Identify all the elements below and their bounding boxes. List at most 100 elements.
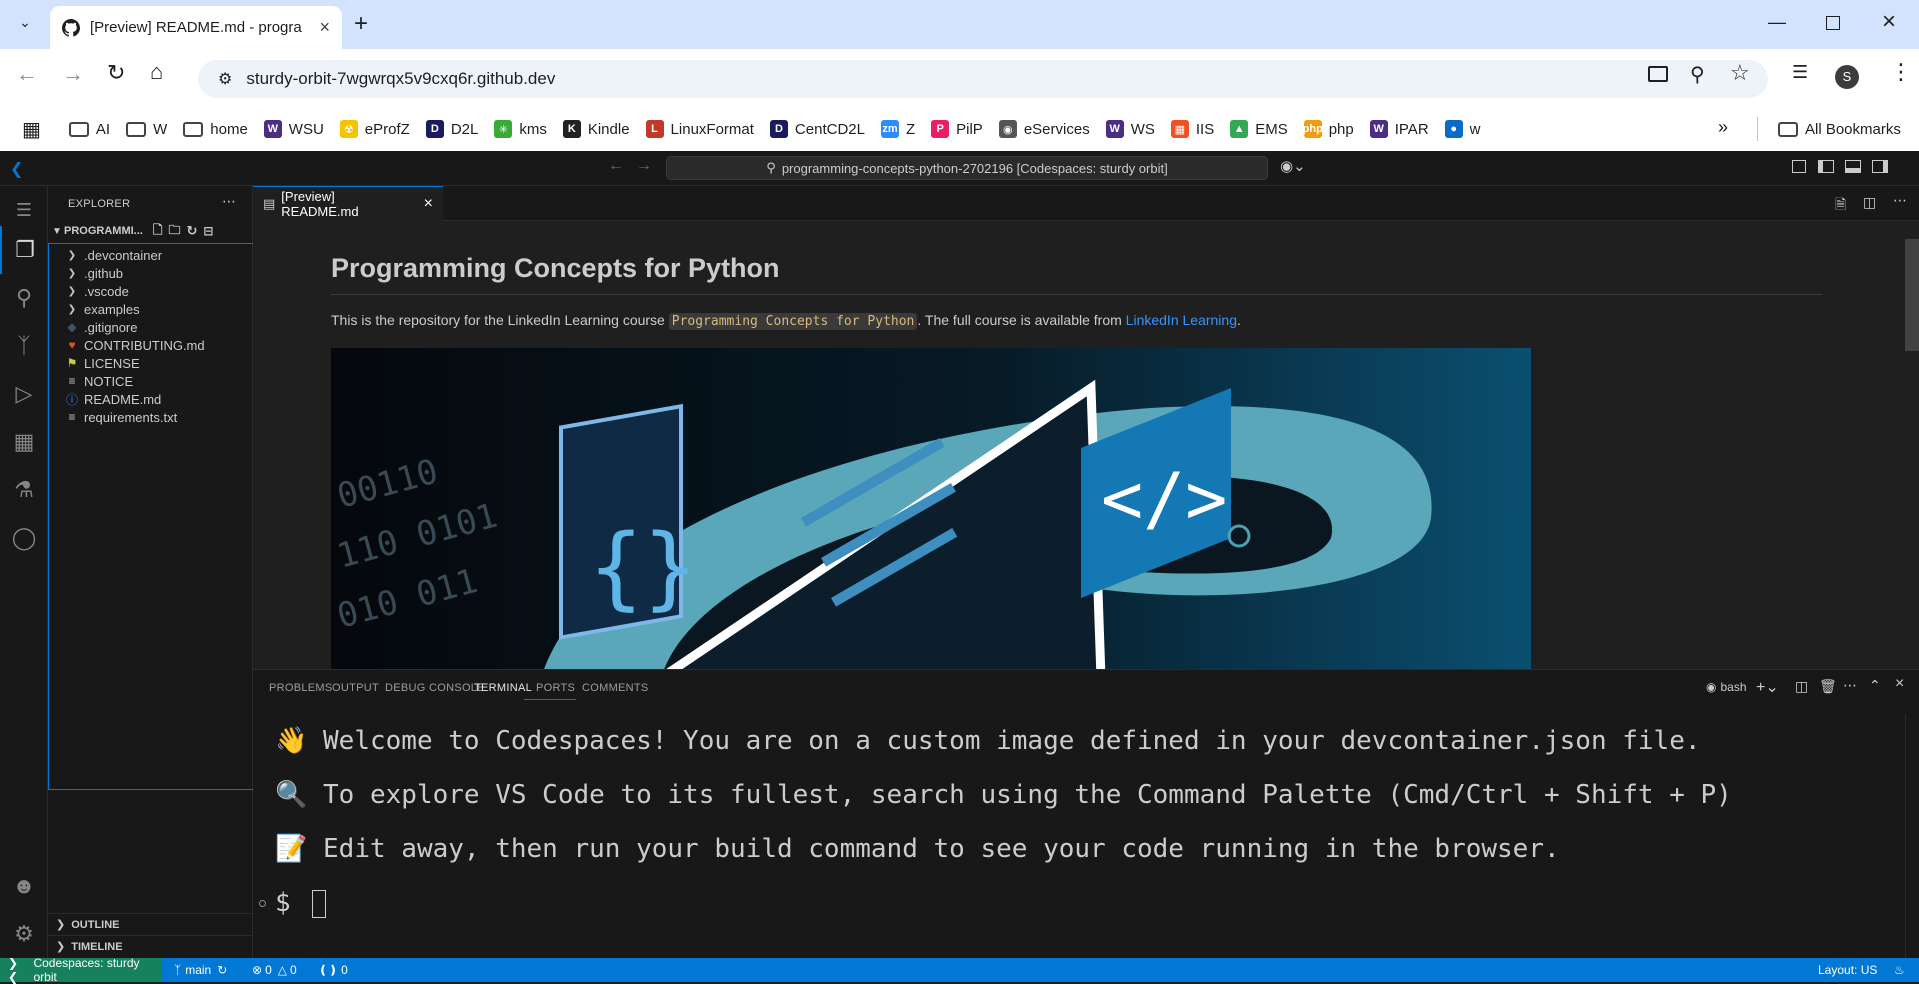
terminal-scrollbar[interactable] — [1905, 714, 1919, 959]
profile-avatar[interactable]: S — [1835, 65, 1859, 89]
bookmark-star-icon[interactable]: ☆ — [1730, 60, 1750, 86]
zoom-icon[interactable]: ⚲ — [1690, 62, 1705, 87]
bookmark-item[interactable]: P PilP — [923, 114, 991, 144]
tab-search-button[interactable]: ⌄ — [12, 14, 38, 36]
file-tree-item[interactable]: ⚑ LICENSE — [48, 354, 252, 372]
bookmark-item[interactable]: AI — [61, 114, 118, 144]
bookmark-item[interactable]: home — [175, 114, 256, 144]
close-window-button[interactable]: × — [1882, 8, 1896, 36]
tab-close-icon[interactable]: × — [319, 17, 330, 38]
problems-indicator[interactable]: ⊗ 0 △ 0 — [252, 958, 297, 982]
panel-tab-terminal[interactable]: TERMINAL — [474, 682, 532, 694]
outline-section[interactable]: ❯ OUTLINE — [48, 913, 252, 935]
source-control-icon[interactable]: ᛉ — [0, 322, 48, 370]
file-tree-item[interactable]: ❯ .devcontainer — [48, 246, 252, 264]
bookmark-item[interactable]: php php — [1296, 114, 1362, 144]
new-file-icon[interactable]: 🗋 — [153, 221, 163, 242]
file-tree-item[interactable]: ⓘ README.md — [48, 390, 252, 408]
timeline-section[interactable]: ❯ TIMELINE — [48, 935, 252, 957]
refresh-icon[interactable]: ↻ — [187, 223, 198, 239]
toggle-secondary-sidebar-icon[interactable] — [1872, 160, 1888, 173]
explorer-icon[interactable]: ❐ — [0, 226, 48, 274]
all-bookmarks-button[interactable]: All Bookmarks — [1770, 114, 1909, 144]
home-button[interactable]: ⌂ — [150, 59, 163, 85]
terminal-selector[interactable]: ◉ bash — [1706, 680, 1747, 694]
toggle-sidebar-icon[interactable] — [1818, 160, 1834, 173]
bookmark-item[interactable]: ✳ kms — [486, 114, 555, 144]
linkedin-learning-link[interactable]: LinkedIn Learning — [1126, 312, 1237, 328]
chrome-menu-icon[interactable]: ⋮ — [1890, 59, 1912, 85]
toggle-panel-icon[interactable] — [1845, 160, 1861, 173]
browser-tab[interactable]: [Preview] README.md - progra × — [50, 6, 342, 49]
panel-tab-output[interactable]: OUTPUT — [332, 682, 379, 694]
maximize-panel-icon[interactable]: ⌃ — [1869, 677, 1881, 694]
bookmark-item[interactable]: L LinuxFormat — [638, 114, 762, 144]
file-tree-item[interactable]: ❯ examples — [48, 300, 252, 318]
bookmark-item[interactable]: W — [118, 114, 175, 144]
settings-gear-icon[interactable]: ⚙ — [0, 910, 48, 958]
panel-tab-debug-console[interactable]: DEBUG CONSOLE — [385, 682, 485, 694]
bookmark-item[interactable]: D CentCD2L — [762, 114, 873, 144]
reload-button[interactable]: ↻ — [107, 60, 125, 86]
terminal-prompt[interactable]: $ — [275, 888, 327, 918]
media-control-icon[interactable]: ☰ — [1792, 62, 1808, 83]
nav-back-icon[interactable]: ← — [608, 157, 624, 175]
back-button[interactable]: ← — [16, 61, 38, 87]
sync-icon[interactable]: ↻ — [217, 963, 227, 977]
more-actions-icon[interactable]: ⋯ — [1893, 192, 1907, 209]
copilot-icon[interactable]: ◉⌄ — [1280, 157, 1306, 175]
bookmark-item[interactable]: ☢ eProfZ — [332, 114, 418, 144]
bookmark-item[interactable]: ◉ eServices — [991, 114, 1098, 144]
minimize-button[interactable]: — — [1768, 12, 1786, 33]
file-tree-item[interactable]: ≡ NOTICE — [48, 372, 252, 390]
bookmark-item[interactable]: ● w — [1437, 114, 1489, 144]
nav-forward-icon[interactable]: → — [636, 157, 652, 175]
file-tree-item[interactable]: ≡ requirements.txt — [48, 408, 252, 426]
project-header[interactable]: ▼ PROGRAMMI... 🗋 🗀 ↻ ⊟ — [52, 220, 250, 242]
file-tree-item[interactable]: ❯ .vscode — [48, 282, 252, 300]
split-terminal-icon[interactable]: ◫ — [1795, 678, 1808, 695]
close-icon[interactable]: × — [424, 195, 433, 213]
file-tree-item[interactable]: ♥ CONTRIBUTING.md — [48, 336, 252, 354]
bookmark-item[interactable]: W IPAR — [1362, 114, 1437, 144]
accounts-icon[interactable]: ☻ — [0, 862, 48, 910]
ports-indicator[interactable]: ❪❫ 0 — [318, 958, 348, 982]
panel-tab-ports[interactable]: PORTS — [536, 682, 575, 694]
panel-tab-comments[interactable]: COMMENTS — [582, 682, 649, 694]
close-panel-icon[interactable]: × — [1895, 675, 1904, 693]
apps-grid-icon[interactable]: ▦ — [14, 114, 49, 144]
restore-button[interactable] — [1826, 16, 1840, 30]
file-tree-item[interactable]: ❯ .github — [48, 264, 252, 282]
bookmarks-overflow-icon[interactable]: » — [1718, 117, 1728, 138]
extensions-icon[interactable]: ▦ — [0, 418, 48, 466]
forward-button[interactable]: → — [62, 61, 84, 87]
file-tree-item[interactable]: ◆ .gitignore — [48, 318, 252, 336]
keyboard-layout[interactable]: Layout: US — [1818, 958, 1877, 982]
scrollbar-thumb[interactable] — [1905, 239, 1919, 351]
new-tab-button[interactable]: + — [354, 10, 368, 38]
explorer-more-icon[interactable]: ⋯ — [222, 193, 236, 210]
bookmark-item[interactable]: ▲ EMS — [1222, 114, 1296, 144]
customize-layout-icon[interactable] — [1792, 160, 1806, 173]
tab-readme-preview[interactable]: ▤ [Preview] README.md × — [253, 186, 443, 221]
search-icon[interactable]: ⚲ — [0, 274, 48, 322]
bookmark-item[interactable]: ▦ IIS — [1163, 114, 1222, 144]
testing-icon[interactable]: ⚗ — [0, 466, 48, 514]
bookmark-item[interactable]: W WSU — [256, 114, 332, 144]
bookmark-item[interactable]: zm Z — [873, 114, 923, 144]
notifications-bell-icon[interactable]: ♨ — [1894, 958, 1905, 982]
bookmark-item[interactable]: D D2L — [418, 114, 487, 144]
kill-terminal-icon[interactable]: 🗑 — [1819, 678, 1837, 695]
bookmark-item[interactable]: W WS — [1098, 114, 1163, 144]
command-center[interactable]: ⚲ programming-concepts-python-2702196 [C… — [666, 156, 1268, 180]
run-debug-icon[interactable]: ▷ — [0, 370, 48, 418]
editor-scrollbar[interactable] — [1905, 221, 1919, 669]
site-info-icon[interactable]: ⚙ — [218, 69, 232, 89]
bookmark-item[interactable]: K Kindle — [555, 114, 638, 144]
new-folder-icon[interactable]: 🗀 — [169, 221, 181, 242]
branch-indicator[interactable]: ᛉ main ↻ — [174, 958, 227, 982]
remote-indicator[interactable]: ❯❮ Codespaces: sturdy orbit — [0, 956, 162, 984]
github-icon[interactable]: ◯ — [0, 514, 48, 562]
split-editor-icon[interactable]: ◫ — [1863, 194, 1876, 211]
install-app-icon[interactable] — [1648, 66, 1668, 82]
